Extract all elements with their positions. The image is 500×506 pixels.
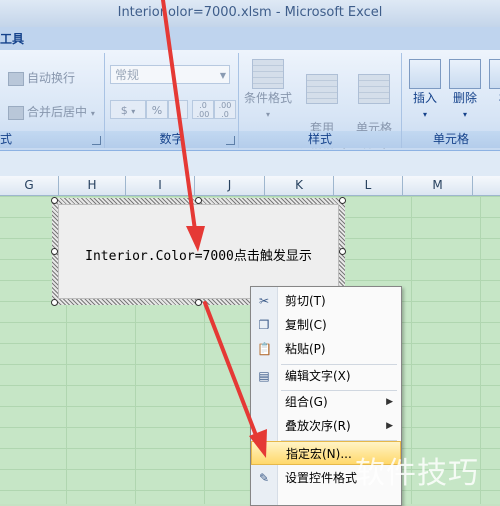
merge-center-button[interactable]: 合并后居中 ▾ (8, 103, 95, 120)
form-button-shape[interactable]: Interior.Color=7000点击触发显示 (58, 204, 339, 299)
chevron-down-icon: ▼ (219, 71, 226, 80)
format-control-icon: ✎ (258, 471, 270, 485)
menu-item-group[interactable]: 组合(G) ▶ (251, 390, 401, 414)
number-group: 常规 ▼ $ ▾ % , .0 .00 .00 .0 数字 (105, 53, 239, 148)
resize-handle[interactable] (339, 248, 346, 255)
column-header[interactable]: L (334, 176, 403, 195)
insert-cells-icon (409, 59, 441, 89)
alignment-group-label: 式 (0, 131, 104, 148)
resize-handle[interactable] (339, 197, 346, 204)
conditional-format-button[interactable]: 条件格式 ▾ (241, 59, 295, 122)
cells-group-label: 单元格 (402, 131, 500, 148)
paste-icon: 📋 (257, 342, 272, 356)
column-header[interactable]: J (195, 176, 265, 195)
formula-bar-area (0, 151, 500, 176)
menu-item-copy[interactable]: ❐ 复制(C) (251, 313, 401, 337)
resize-handle[interactable] (195, 299, 202, 306)
menu-item-paste[interactable]: 📋 粘贴(P) (251, 337, 401, 361)
delete-cells-icon (449, 59, 481, 89)
button-caption: Interior.Color=7000点击触发显示 (85, 249, 312, 264)
resize-handle[interactable] (51, 248, 58, 255)
menu-item-cut[interactable]: ✂ 剪切(T) (251, 289, 401, 313)
alignment-group: 自动换行 合并后居中 ▾ 式 (0, 53, 105, 148)
submenu-arrow-icon: ▶ (386, 397, 393, 407)
decrease-decimal-button[interactable]: .00 .0 (214, 100, 236, 119)
number-format-select[interactable]: 常规 ▼ (110, 65, 230, 84)
watermark-text: 软件技巧 (355, 456, 479, 491)
ribbon-tab-strip: 工具 (0, 27, 500, 50)
column-header[interactable]: G (0, 176, 59, 195)
wrap-text-button[interactable]: 自动换行 (8, 69, 75, 86)
styles-group-label: 样式 (239, 131, 401, 148)
wrap-text-icon (8, 71, 24, 86)
title-bar: Interior.olor=7000.xlsm - Microsoft Exce… (0, 0, 500, 27)
resize-handle[interactable] (51, 299, 58, 306)
ribbon: 自动换行 合并后居中 ▾ 式 常规 ▼ $ ▾ % , .0 .00 .00 .… (0, 50, 500, 151)
copy-icon: ❐ (258, 318, 270, 332)
window-title: Interior.olor=7000.xlsm - Microsoft Exce… (117, 5, 383, 20)
dialog-launcher-icon[interactable] (226, 136, 235, 145)
resize-handle[interactable] (51, 197, 58, 204)
percent-button[interactable]: % (146, 100, 168, 119)
tab-tools[interactable]: 工具 (0, 30, 24, 47)
currency-button[interactable]: $ ▾ (110, 100, 146, 119)
chevron-down-icon: ▾ (90, 109, 95, 118)
styles-group: 条件格式▾ 套用 表格格式 单元格 样式 样式 (239, 53, 402, 150)
merge-cells-icon (8, 105, 24, 120)
conditional-format-icon (252, 59, 284, 89)
menu-item-order[interactable]: 叠放次序(R) ▶ (251, 414, 401, 438)
submenu-arrow-icon: ▶ (386, 421, 393, 431)
cells-group: 插入▾ 删除▾ 格 单元格 (402, 53, 500, 148)
column-header[interactable]: K (265, 176, 334, 195)
comma-button[interactable]: , (168, 100, 188, 119)
cell-styles-icon (358, 74, 390, 104)
edit-text-icon: ▤ (258, 369, 270, 383)
increase-decimal-button[interactable]: .0 .00 (192, 100, 214, 119)
column-header[interactable]: I (126, 176, 195, 195)
menu-item-edit-text[interactable]: ▤ 编辑文字(X) (251, 364, 401, 388)
resize-handle[interactable] (195, 197, 202, 204)
column-header-row: G H I J K L M (0, 176, 500, 196)
format-button[interactable]: 格 (478, 59, 500, 106)
dialog-launcher-icon[interactable] (92, 136, 101, 145)
column-header[interactable]: H (59, 176, 126, 195)
table-format-icon (306, 74, 338, 104)
column-header[interactable]: M (403, 176, 473, 195)
number-group-label: 数字 (105, 131, 238, 148)
scissors-icon: ✂ (258, 294, 270, 308)
format-cells-icon (489, 59, 500, 89)
